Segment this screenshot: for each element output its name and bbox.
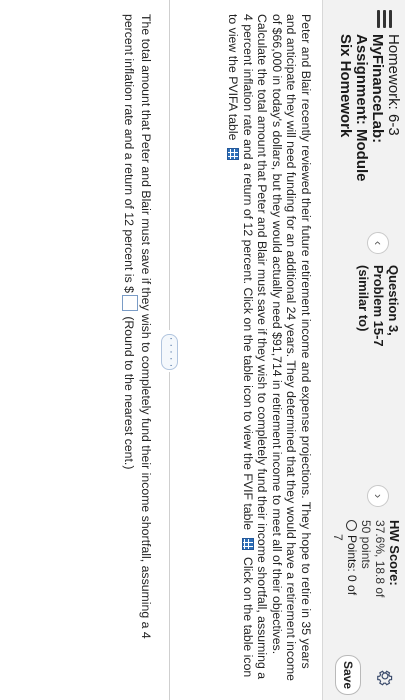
expand-ellipsis-button[interactable]: · · · · · xyxy=(161,334,178,370)
rotated-page: Homework: 6-3 MyFinanceLab: Assignment: … xyxy=(0,0,405,700)
hw-score-label: HW Score: xyxy=(387,520,402,586)
hw-score-points: 50 points xyxy=(359,520,373,569)
score-panel: HW Score: 37.6%, 18.8 of 50 points Point… xyxy=(331,520,402,630)
next-question-button[interactable]: › xyxy=(367,485,389,507)
question-points: Points: 0 of xyxy=(345,520,359,630)
hamburger-menu-icon[interactable] xyxy=(375,10,395,28)
question-number: Question 3, xyxy=(386,265,401,336)
question-indicator: Question 3, Problem 15-7 (similar to) xyxy=(356,265,401,385)
chevron-left-icon: ‹ xyxy=(371,240,386,246)
assignment-subtitle-line: Six Homework xyxy=(337,34,354,138)
divider xyxy=(169,0,170,330)
hw-score-value: 37.6%, 18.8 of xyxy=(373,520,387,598)
course-title-line: MyFinanceLab: xyxy=(369,34,386,144)
divider xyxy=(169,372,170,700)
fvif-table-icon[interactable] xyxy=(242,537,254,550)
problem-number: Problem 15-7 xyxy=(371,265,386,347)
question-prompt: The total amount that Peter and Blair mu… xyxy=(122,14,153,682)
assignment-title: Homework: 6-3 MyFinanceLab: Assignment: … xyxy=(337,34,402,194)
chevron-right-icon: › xyxy=(371,493,386,499)
problem-statement: Peter and Blair recently reviewed their … xyxy=(226,14,314,682)
previous-question-button[interactable]: ‹ xyxy=(367,232,389,254)
assignment-title-line: Assignment: Module xyxy=(353,34,370,182)
save-button[interactable]: Save xyxy=(335,655,361,695)
rounding-instruction: (Round to the nearest cent.) xyxy=(122,316,137,470)
assignment-header: Homework: 6-3 MyFinanceLab: Assignment: … xyxy=(322,0,405,700)
points-text: Points: 0 of xyxy=(345,535,359,596)
answer-input[interactable] xyxy=(122,294,139,311)
points-total: 7 xyxy=(331,534,345,541)
similar-to-label: (similar to) xyxy=(356,265,371,332)
gear-icon[interactable] xyxy=(375,666,395,686)
homework-title-line: Homework: 6-3 xyxy=(385,34,402,136)
status-circle-icon xyxy=(346,520,358,531)
pvifa-table-icon[interactable] xyxy=(227,147,240,160)
